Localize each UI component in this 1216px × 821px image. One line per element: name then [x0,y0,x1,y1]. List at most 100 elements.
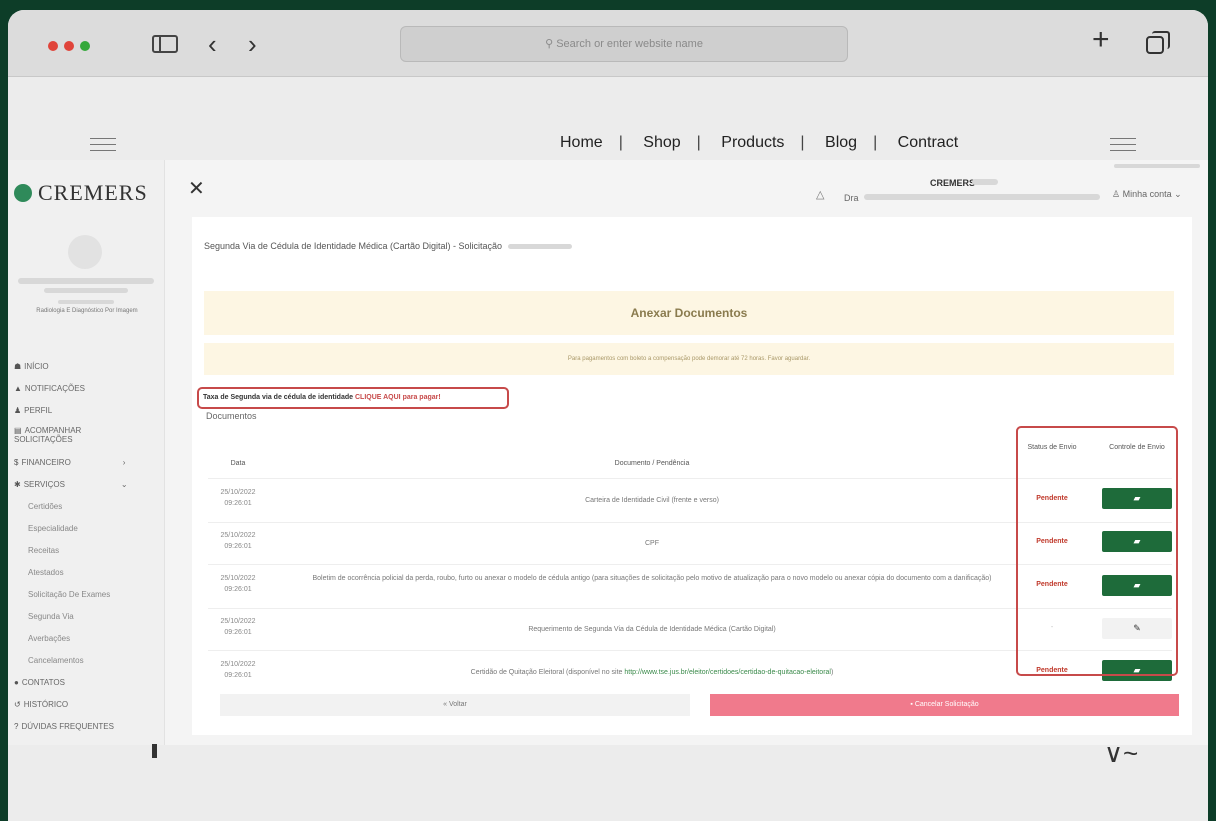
table-row-2-date: 25/10/2022 09:26:01 [208,530,268,552]
user-name-redacted [864,194,1100,200]
sidebar-item-label: INÍCIO [24,362,49,371]
sidebar-item-contatos[interactable]: ● CONTATOS [14,672,128,694]
close-icon[interactable]: ✕ [188,176,205,201]
row-date: 25/10/2022 [220,489,256,496]
row-date: 25/10/2022 [220,661,256,668]
back-icon[interactable]: ‹ [208,31,217,57]
fee-suffix: para pagar! [400,394,441,401]
scroll-indicator [152,744,157,758]
fee-notice: Taxa de Segunda via de cédula de identid… [197,387,509,409]
row-date: 25/10/2022 [220,532,256,539]
table-row-3-doc: Boletim de ocorrência policial da perda,… [312,575,992,582]
account-menu[interactable]: ♙ Minha conta ⌄ [1112,189,1182,200]
user-name-redacted [18,278,154,284]
sidebar: CREMERS Radiologia E Diagnóstico Por Ima… [8,160,165,745]
menu-icon[interactable] [1110,138,1136,156]
table-row-5-date: 25/10/2022 09:26:01 [208,659,268,681]
minimize-window-icon[interactable] [64,41,74,51]
request-id-redacted [508,244,573,250]
column-header-date: Data [230,460,246,467]
header-dra-label: Dra [844,193,859,203]
sidebar-item-perfil[interactable]: ♟ PERFIL [14,400,128,422]
plus-icon[interactable]: + [1092,25,1110,55]
sidebar-item-label: PERFIL [24,406,53,415]
submenu-averbacoes[interactable]: Averbações [14,628,128,650]
tabs-icon[interactable] [1146,31,1170,54]
sidebar-item-acompanhar[interactable]: ▤ ACOMPANHAR SOLICITAÇÕES [14,422,124,452]
column-header-document: Documento / Pendência [614,460,690,467]
submenu-cancelamentos[interactable]: Cancelamentos [14,650,128,672]
chevron-down-icon: ⌄ [120,480,128,489]
row-doc-text: Certidão de Quitação Eleitoral (disponív… [470,669,625,676]
submenu-label: Receitas [28,546,60,555]
table-row-4-date: 25/10/2022 09:26:01 [208,616,268,638]
nav-shop[interactable]: Shop [643,134,680,152]
address-bar[interactable]: ⚲ Search or enter website name [400,26,848,62]
submenu-certidoes[interactable]: Certidões [14,496,128,518]
site-nav: Home | Shop | Products | Blog | Contract [560,134,959,152]
menu-icon[interactable] [90,138,116,156]
documents-label: Documentos [206,411,257,421]
browser-window: ‹ › ⚲ Search or enter website name + Hom… [8,10,1208,821]
sidebar-item-label: SERVIÇOS [23,480,65,489]
submenu-receitas[interactable]: Receitas [14,540,128,562]
user-crm-redacted [58,300,114,304]
sidebar-item-financeiro[interactable]: $ FINANCEIRO › [14,452,128,474]
nav-blog[interactable]: Blog [825,134,857,152]
sidebar-item-duvidas[interactable]: ? DÚVIDAS FREQUENTES [14,716,128,738]
bell-icon[interactable]: △ [816,188,824,201]
sidebar-item-notificacoes[interactable]: ▲ NOTIFICAÇÕES [14,378,128,400]
table-row-1-doc: Carteira de Identidade Civil (frente e v… [585,497,719,504]
user-icon: ♟ [14,406,22,415]
submenu-label: Segunda Via [28,612,74,621]
table-row-3-date: 25/10/2022 09:26:01 [208,573,268,595]
user-id-redacted [44,288,128,293]
submenu-atestados[interactable]: Atestados [14,562,128,584]
sidebar-item-label: FINANCEIRO [21,458,71,467]
chevron-down-icon[interactable]: ∨~ [1104,738,1138,769]
submenu-especialidade[interactable]: Especialidade [14,518,128,540]
sidebar-item-inicio[interactable]: ☗ INÍCIO [14,356,128,378]
page-title: Segunda Via de Cédula de Identidade Médi… [204,241,573,251]
header-cremers-label: CREMERS [930,178,976,188]
back-button[interactable]: « Voltar [220,694,690,716]
banner-title: Anexar Documentos [204,291,1174,335]
sidebar-item-servicos[interactable]: ✱ SERVIÇOS ⌄ [14,474,128,496]
forward-icon[interactable]: › [248,31,257,57]
submenu-solicitacao-exames[interactable]: Solicitação De Exames [14,584,128,606]
row-time: 09:26:01 [224,629,252,636]
row-time: 09:26:01 [224,586,252,593]
maximize-window-icon[interactable] [80,41,90,51]
cancel-label: Cancelar Solicitação [914,701,979,708]
chevron-right-icon: › [122,458,126,467]
cancel-request-button[interactable]: ▪ Cancelar Solicitação [710,694,1179,716]
payment-notice: Para pagamentos com boleto a compensação… [204,343,1174,375]
address-placeholder: Search or enter website name [556,38,703,50]
sidebar-item-label: NOTIFICAÇÕES [24,384,85,393]
user-icon: ♙ [1112,189,1123,199]
close-window-icon[interactable] [48,41,58,51]
submenu-segunda-via[interactable]: Segunda Via [14,606,128,628]
row-doc-suffix: ) [830,669,834,676]
nav-contract[interactable]: Contract [898,134,958,152]
logo-text: CREMERS [38,180,148,205]
tse-link[interactable]: http://www.tse.jus.br/eleitor/certidoes/… [624,669,831,676]
page-title-text: Segunda Via de Cédula de Identidade Médi… [204,241,503,251]
logo[interactable]: CREMERS [14,180,148,206]
sidebar-icon[interactable] [152,35,178,53]
table-row-4-doc: Requerimento de Segunda Via da Cédula de… [528,626,776,633]
search-icon: ⚲ [545,38,557,50]
sidebar-item-historico[interactable]: ↺ HISTÓRICO [14,694,128,716]
submenu-label: Certidões [28,502,63,511]
crm-number-redacted [972,179,998,185]
nav-home[interactable]: Home [560,134,603,152]
table-row-1-date: 25/10/2022 09:26:01 [208,487,268,509]
nav-products[interactable]: Products [721,134,784,152]
submenu-label: Especialidade [28,524,78,533]
history-icon: ↺ [14,700,21,709]
row-time: 09:26:01 [224,672,252,679]
pay-link[interactable]: CLIQUE AQUI [355,394,401,401]
browser-toolbar: ‹ › ⚲ Search or enter website name + [8,10,1208,77]
row-date: 25/10/2022 [220,618,256,625]
submenu-label: Cancelamentos [28,656,84,665]
